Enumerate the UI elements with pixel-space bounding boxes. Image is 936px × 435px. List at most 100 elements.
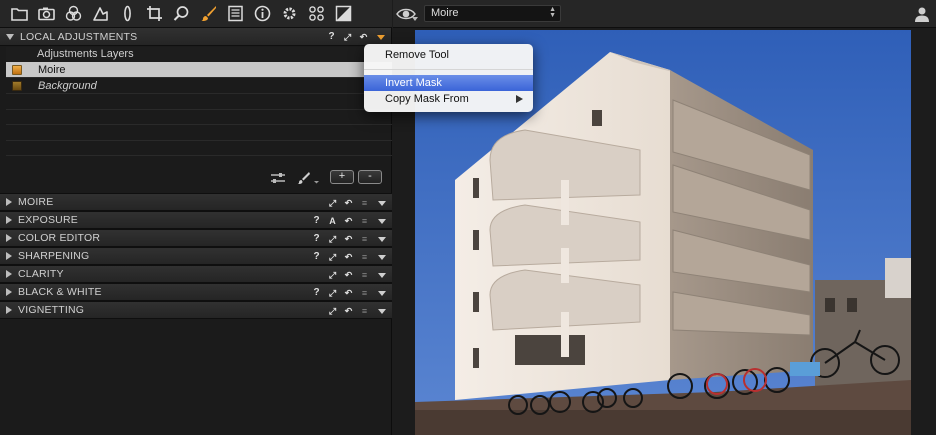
expand-icon[interactable]: ⤢ <box>328 194 337 212</box>
local-adjustments-header[interactable]: LOCAL ADJUSTMENTS ? ⤢ ↶ <box>0 28 391 46</box>
layer-tools-row: + - <box>0 168 392 188</box>
add-layer-button[interactable]: + <box>330 170 354 184</box>
adjustment-layers-list: Adjustments Layers Moire Background <box>6 47 392 156</box>
section-actions: ? ⤢ ↶ ≡ <box>312 248 386 266</box>
section-menu-dropdown-icon[interactable] <box>378 200 386 206</box>
lens-icon[interactable] <box>114 0 141 28</box>
section-menu-dropdown-icon[interactable] <box>378 254 386 260</box>
menu-item-label: Copy Mask From <box>385 93 469 105</box>
user-icon[interactable] <box>914 6 930 22</box>
section-actions: ? ⤢ ↶ ≡ <box>312 230 386 248</box>
layer-row-moire[interactable]: Moire <box>6 62 392 78</box>
section-actions: ? ⤢ ↶ ≡ <box>312 284 386 302</box>
layers-header: Adjustments Layers <box>6 47 392 62</box>
brush-icon[interactable] <box>195 0 222 28</box>
layer-name: Moire <box>38 63 66 76</box>
tool-tab-bar <box>0 0 392 28</box>
menu-item-invert-mask[interactable]: Invert Mask <box>364 75 533 91</box>
expand-icon[interactable]: ⤢ <box>328 284 337 302</box>
section-menu-dropdown-icon[interactable] <box>378 290 386 296</box>
section-title: LOCAL ADJUSTMENTS <box>20 30 138 43</box>
layer-row-background[interactable]: Background <box>6 78 392 94</box>
section-actions: ⤢ ↶ ≡ <box>328 266 386 284</box>
list-lines-icon[interactable]: ≡ <box>360 248 369 266</box>
list-lines-icon[interactable]: ≡ <box>360 194 369 212</box>
expand-triangle-icon[interactable] <box>6 288 12 296</box>
section-color-editor[interactable]: COLOR EDITOR ? ⤢ ↶ ≡ <box>0 229 392 247</box>
crop-icon[interactable] <box>141 0 168 28</box>
dots-icon[interactable] <box>303 0 330 28</box>
section-vignetting[interactable]: VIGNETTING ⤢ ↶ ≡ <box>0 301 392 319</box>
reset-icon[interactable]: ↶ <box>344 194 353 212</box>
expand-triangle-icon[interactable] <box>6 198 12 206</box>
expand-triangle-icon[interactable] <box>6 270 12 278</box>
layer-checkbox[interactable] <box>12 80 22 91</box>
section-actions: ⤢ ↶ ≡ <box>328 302 386 320</box>
collapse-triangle-icon[interactable] <box>6 33 14 40</box>
expand-triangle-icon[interactable] <box>6 216 12 224</box>
menu-divider <box>364 69 533 70</box>
section-title: CLARITY <box>18 268 64 280</box>
help-icon[interactable]: ? <box>312 248 321 266</box>
reset-icon[interactable]: ↶ <box>344 212 353 230</box>
reset-icon[interactable]: ↶ <box>344 284 353 302</box>
sliders-icon[interactable] <box>270 171 286 185</box>
help-icon[interactable]: ? <box>312 212 321 230</box>
reset-icon[interactable]: ↶ <box>344 230 353 248</box>
camera-icon[interactable] <box>33 0 60 28</box>
help-icon[interactable]: ? <box>312 230 321 248</box>
tool-panel: LOCAL ADJUSTMENTS ? ⤢ ↶ Adjustments Laye… <box>0 28 392 435</box>
section-title: BLACK & WHITE <box>18 286 102 298</box>
expand-triangle-icon[interactable] <box>6 252 12 260</box>
expand-icon[interactable]: ⤢ <box>328 266 337 284</box>
expand-icon[interactable]: ⤢ <box>328 302 337 320</box>
layer-checkbox[interactable] <box>12 64 22 75</box>
menu-item-copy-mask-from[interactable]: Copy Mask From <box>364 91 533 107</box>
section-moire[interactable]: MOIRE ⤢ ↶ ≡ <box>0 193 392 211</box>
reset-icon[interactable]: ↶ <box>344 302 353 320</box>
section-exposure[interactable]: EXPOSURE ? A ↶ ≡ <box>0 211 392 229</box>
expand-triangle-icon[interactable] <box>6 234 12 242</box>
variant-select[interactable]: Moire ▲ ▼ <box>424 5 561 22</box>
section-menu-dropdown-icon[interactable] <box>378 272 386 278</box>
loupe-icon[interactable] <box>168 0 195 28</box>
list-lines-icon[interactable]: ≡ <box>360 212 369 230</box>
collapsed-sections: MOIRE ⤢ ↶ ≡ EXPOSURE ? A ↶ ≡ COLOR EDITO… <box>0 193 392 319</box>
expand-icon[interactable]: ⤢ <box>343 28 352 46</box>
section-menu-dropdown-icon[interactable] <box>377 34 385 40</box>
list-lines-icon[interactable]: ≡ <box>360 302 369 320</box>
list-lines-icon[interactable]: ≡ <box>360 266 369 284</box>
reset-icon[interactable]: ↶ <box>344 266 353 284</box>
gear-icon[interactable] <box>276 0 303 28</box>
info-icon[interactable] <box>249 0 276 28</box>
shape-icon[interactable] <box>87 0 114 28</box>
submenu-arrow-icon <box>516 95 523 103</box>
folder-icon[interactable] <box>6 0 33 28</box>
auto-adjust-icon[interactable]: A <box>328 212 337 230</box>
eye-dropdown-icon[interactable] <box>412 17 418 21</box>
reset-icon[interactable]: ↶ <box>344 248 353 266</box>
color-circles-icon[interactable] <box>60 0 87 28</box>
section-menu-dropdown-icon[interactable] <box>378 308 386 314</box>
help-icon[interactable]: ? <box>327 28 336 46</box>
remove-layer-button[interactable]: - <box>358 170 382 184</box>
menu-item-remove-tool[interactable]: Remove Tool <box>364 47 533 63</box>
expand-icon[interactable]: ⤢ <box>328 230 337 248</box>
section-clarity[interactable]: CLARITY ⤢ ↶ ≡ <box>0 265 392 283</box>
section-black-white[interactable]: BLACK & WHITE ? ⤢ ↶ ≡ <box>0 283 392 301</box>
brush-dropdown-icon[interactable] <box>297 171 321 185</box>
list-icon[interactable] <box>222 0 249 28</box>
section-menu-dropdown-icon[interactable] <box>378 236 386 242</box>
layer-name: Background <box>38 79 97 92</box>
expand-icon[interactable]: ⤢ <box>328 248 337 266</box>
exposure-icon[interactable] <box>330 0 357 28</box>
section-title: SHARPENING <box>18 250 90 262</box>
section-sharpening[interactable]: SHARPENING ? ⤢ ↶ ≡ <box>0 247 392 265</box>
section-menu-dropdown-icon[interactable] <box>378 218 386 224</box>
empty-layer-row <box>6 110 392 125</box>
list-lines-icon[interactable]: ≡ <box>360 284 369 302</box>
variant-name: Moire <box>431 7 459 19</box>
list-lines-icon[interactable]: ≡ <box>360 230 369 248</box>
help-icon[interactable]: ? <box>312 284 321 302</box>
expand-triangle-icon[interactable] <box>6 306 12 314</box>
